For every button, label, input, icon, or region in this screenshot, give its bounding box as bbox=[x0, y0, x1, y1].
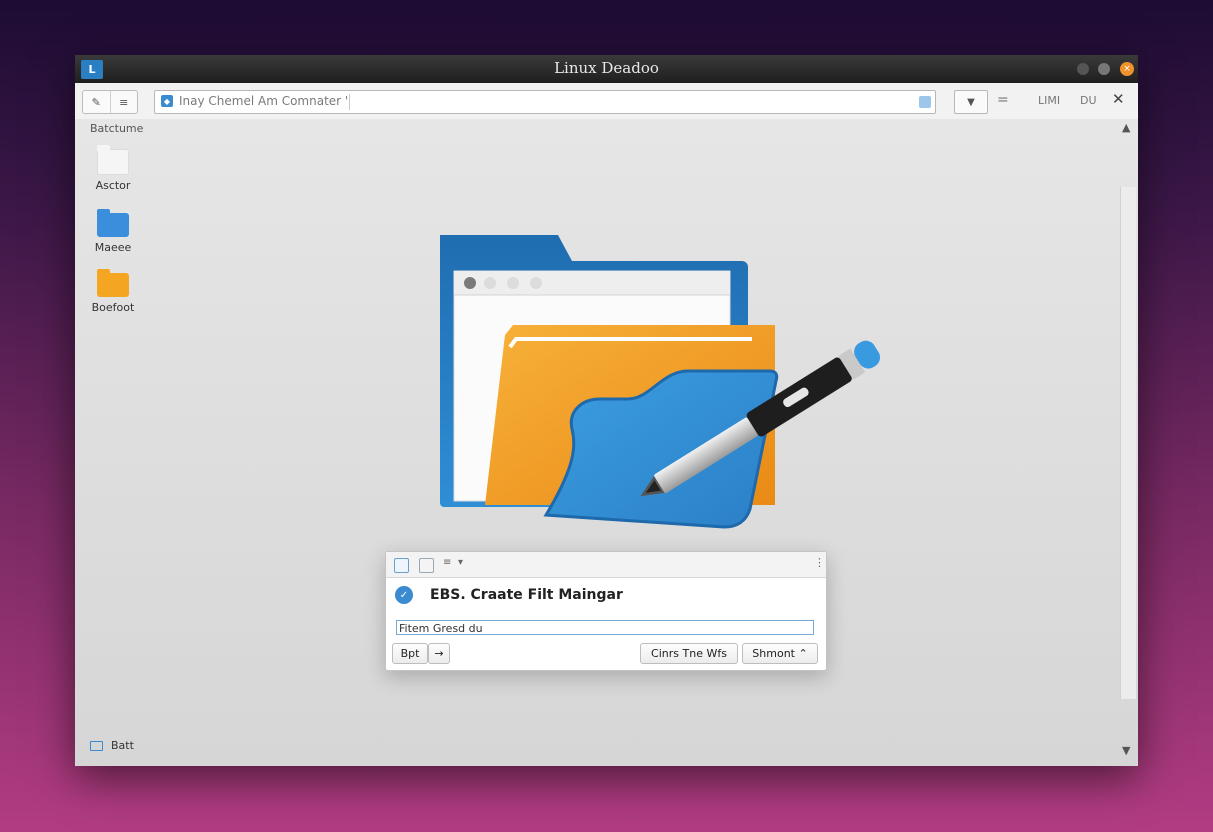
chevron-down-icon[interactable]: ▾ bbox=[458, 557, 463, 568]
folder-blue-icon bbox=[97, 209, 129, 237]
title-bar[interactable]: L Linux Deadoo × bbox=[75, 55, 1138, 83]
option-arrow-button[interactable]: → bbox=[428, 643, 450, 664]
location-icon: ◆ bbox=[161, 95, 173, 107]
dialog-title: EBS. Craate Filt Maingar bbox=[430, 587, 623, 603]
file-manager-hero-illustration bbox=[440, 235, 881, 529]
drive-icon bbox=[90, 740, 103, 751]
dialog-toolbar: ≡ ▾ ⋮ bbox=[386, 552, 826, 578]
filename-input[interactable]: Fitem Gresd du bbox=[396, 620, 814, 635]
more-icon[interactable]: ⋮ bbox=[814, 556, 825, 569]
minimize-icon[interactable] bbox=[1077, 63, 1089, 75]
main-content: Batctume Asctor Maeee Boefoot Batt ▲ ▼ ≡… bbox=[75, 119, 1138, 766]
cancel-button[interactable]: Cinrs Tne Wfs bbox=[640, 643, 738, 664]
edit-icon[interactable]: ✎ bbox=[83, 91, 110, 113]
dropdown-button[interactable]: ▼ bbox=[954, 90, 988, 114]
toolbar: ✎ ≡ ◆ Inay Chemel Am Comnater ' ▼ = LIMI… bbox=[75, 83, 1138, 120]
sidebar-header: Batctume bbox=[90, 122, 144, 135]
close-view-icon[interactable]: ✕ bbox=[1112, 90, 1125, 108]
document-icon[interactable] bbox=[419, 558, 434, 573]
window-title: Linux Deadoo bbox=[554, 59, 659, 77]
vertical-scrollbar[interactable] bbox=[1120, 187, 1136, 699]
view-toggle-group: ✎ ≡ bbox=[82, 90, 138, 114]
sidebar-item-batt[interactable]: Batt bbox=[90, 739, 134, 752]
submit-button[interactable]: Shmont ⌃ bbox=[742, 643, 818, 664]
scroll-down-icon[interactable]: ▼ bbox=[1122, 744, 1130, 757]
sidebar-item-label: Maeee bbox=[94, 241, 132, 254]
sidebar-item-label: Asctor bbox=[95, 179, 131, 192]
sidebar-item-boefoot[interactable]: Boefoot bbox=[87, 269, 139, 314]
window-dot-3 bbox=[507, 277, 519, 289]
folder-orange-icon bbox=[97, 269, 129, 297]
go-icon[interactable] bbox=[919, 96, 931, 108]
address-separator bbox=[349, 94, 350, 110]
folder-white-icon bbox=[97, 145, 129, 175]
maximize-icon[interactable] bbox=[1098, 63, 1110, 75]
sidebar-item-maeee[interactable]: Maeee bbox=[87, 209, 139, 254]
address-text: Inay Chemel Am Comnater ' bbox=[179, 94, 349, 108]
sidebar-item-asctor[interactable]: Asctor bbox=[87, 145, 139, 192]
sidebar-bottom-label: Batt bbox=[111, 739, 134, 752]
window-dot-4 bbox=[530, 277, 542, 289]
filter-icon[interactable]: ≡ bbox=[443, 557, 451, 568]
sidebar-item-label: Boefoot bbox=[91, 301, 135, 314]
toolbar-item-du[interactable]: DU bbox=[1080, 94, 1097, 107]
address-bar[interactable]: ◆ Inay Chemel Am Comnater ' bbox=[154, 90, 936, 114]
file-manager-window: L Linux Deadoo × ✎ ≡ ◆ Inay Chemel Am Co… bbox=[75, 55, 1138, 766]
new-file-icon[interactable] bbox=[394, 558, 409, 573]
scroll-up-icon[interactable]: ▲ bbox=[1122, 121, 1130, 134]
menu-icon[interactable]: = bbox=[997, 92, 1009, 108]
close-icon[interactable]: × bbox=[1120, 62, 1134, 76]
create-file-dialog: ≡ ▾ ⋮ ✓ EBS. Craate Filt Maingar Fitem G… bbox=[385, 551, 827, 671]
toolbar-item-limi[interactable]: LIMI bbox=[1038, 94, 1060, 107]
option-button[interactable]: Bpt bbox=[392, 643, 428, 664]
window-dot-1 bbox=[464, 277, 476, 289]
window-dot-2 bbox=[484, 277, 496, 289]
confirm-badge-icon: ✓ bbox=[395, 586, 413, 604]
list-view-icon[interactable]: ≡ bbox=[109, 91, 138, 113]
